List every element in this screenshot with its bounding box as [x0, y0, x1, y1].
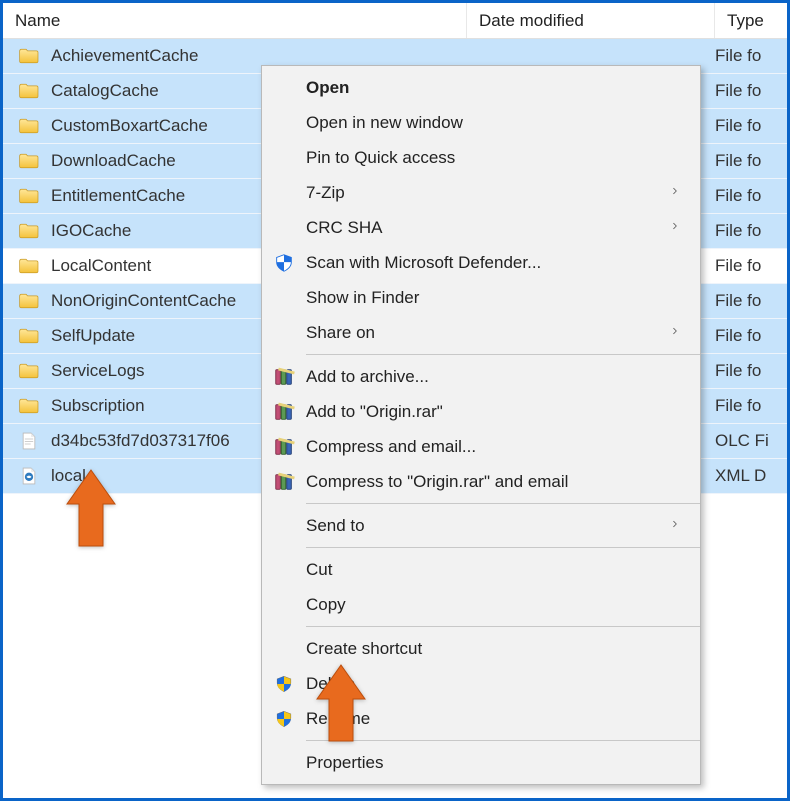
- menu-open[interactable]: Open: [262, 70, 700, 105]
- uac-shield-icon: [262, 666, 306, 701]
- file-type: File fo: [715, 291, 787, 311]
- menu-rename[interactable]: Rename: [262, 701, 700, 736]
- file-name: AchievementCache: [51, 46, 467, 66]
- file-type: File fo: [715, 256, 787, 276]
- column-header-date[interactable]: Date modified: [467, 3, 715, 38]
- file-type: File fo: [715, 81, 787, 101]
- folder-icon: [17, 114, 41, 138]
- uac-shield-icon: [262, 701, 306, 736]
- chevron-right-icon: [668, 218, 682, 238]
- menu-send-to[interactable]: Send to: [262, 508, 700, 543]
- winrar-icon: [262, 429, 306, 464]
- file-type: File fo: [715, 326, 787, 346]
- file-type: File fo: [715, 396, 787, 416]
- file-type: File fo: [715, 186, 787, 206]
- menu-compress-origin-email[interactable]: Compress to "Origin.rar" and email: [262, 464, 700, 499]
- menu-open-new-window[interactable]: Open in new window: [262, 105, 700, 140]
- menu-separator: [306, 503, 700, 504]
- column-header-name[interactable]: Name: [3, 3, 467, 38]
- context-menu: Open Open in new window Pin to Quick acc…: [261, 65, 701, 785]
- menu-7zip[interactable]: 7-Zip: [262, 175, 700, 210]
- file-type: File fo: [715, 46, 787, 66]
- menu-copy[interactable]: Copy: [262, 587, 700, 622]
- menu-add-to-origin-rar[interactable]: Add to "Origin.rar": [262, 394, 700, 429]
- winrar-icon: [262, 359, 306, 394]
- menu-crc-sha[interactable]: CRC SHA: [262, 210, 700, 245]
- file-type: File fo: [715, 221, 787, 241]
- menu-cut[interactable]: Cut: [262, 552, 700, 587]
- file-type: File fo: [715, 116, 787, 136]
- folder-icon: [17, 149, 41, 173]
- menu-separator: [306, 547, 700, 548]
- folder-icon: [17, 79, 41, 103]
- menu-separator: [306, 626, 700, 627]
- folder-icon: [17, 184, 41, 208]
- column-header-row: Name Date modified Type: [3, 3, 787, 39]
- menu-compress-email[interactable]: Compress and email...: [262, 429, 700, 464]
- file-icon: [17, 429, 41, 453]
- menu-separator: [306, 354, 700, 355]
- menu-properties[interactable]: Properties: [262, 745, 700, 780]
- folder-icon: [17, 44, 41, 68]
- winrar-icon: [262, 464, 306, 499]
- folder-icon: [17, 289, 41, 313]
- file-type: File fo: [715, 361, 787, 381]
- defender-shield-icon: [262, 245, 306, 280]
- menu-share-on[interactable]: Share on: [262, 315, 700, 350]
- winrar-icon: [262, 394, 306, 429]
- folder-icon: [17, 254, 41, 278]
- column-header-type[interactable]: Type: [715, 3, 787, 38]
- file-type: XML D: [715, 466, 787, 486]
- folder-icon: [17, 359, 41, 383]
- menu-show-in-finder[interactable]: Show in Finder: [262, 280, 700, 315]
- xml-file-icon: [17, 464, 41, 488]
- file-type: File fo: [715, 151, 787, 171]
- menu-create-shortcut[interactable]: Create shortcut: [262, 631, 700, 666]
- folder-icon: [17, 394, 41, 418]
- menu-add-to-archive[interactable]: Add to archive...: [262, 359, 700, 394]
- file-explorer-window: Name Date modified Type AchievementCache…: [3, 3, 787, 798]
- menu-defender-scan[interactable]: Scan with Microsoft Defender...: [262, 245, 700, 280]
- chevron-right-icon: [668, 516, 682, 536]
- menu-delete[interactable]: Delete: [262, 666, 700, 701]
- file-type: OLC Fi: [715, 431, 787, 451]
- menu-separator: [306, 740, 700, 741]
- chevron-right-icon: [668, 323, 682, 343]
- menu-pin-quick-access[interactable]: Pin to Quick access: [262, 140, 700, 175]
- chevron-right-icon: [668, 183, 682, 203]
- folder-icon: [17, 324, 41, 348]
- folder-icon: [17, 219, 41, 243]
